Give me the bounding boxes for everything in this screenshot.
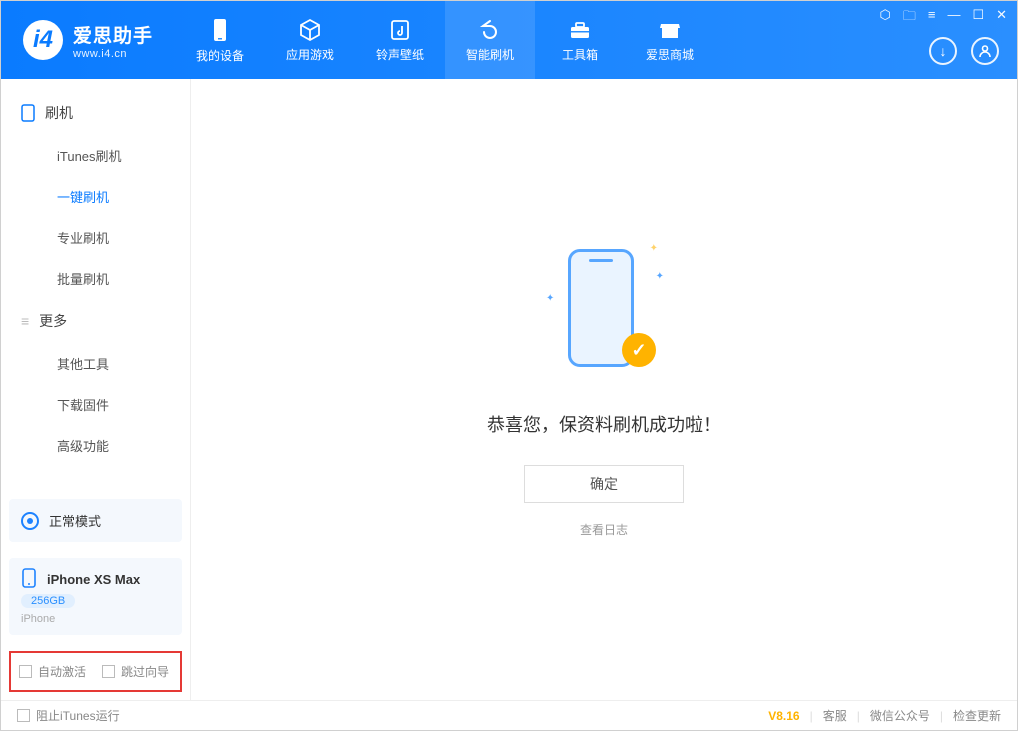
menu-icon[interactable]: ≡ — [928, 7, 936, 29]
close-button[interactable]: ✕ — [996, 7, 1007, 29]
group-title: 刷机 — [45, 103, 73, 123]
sidebar-group-more: ≡ 更多 — [1, 299, 190, 343]
mode-panel: 正常模式 — [9, 499, 182, 542]
store-icon — [658, 18, 682, 42]
tab-ringtones[interactable]: 铃声壁纸 — [355, 1, 445, 79]
mode-label: 正常模式 — [49, 511, 101, 530]
checkbox-label: 阻止iTunes运行 — [36, 707, 120, 724]
tab-label: 爱思商城 — [646, 46, 694, 63]
toolbox-icon — [568, 18, 592, 42]
group-title: 更多 — [39, 311, 67, 331]
checkbox-icon — [19, 665, 32, 678]
music-icon — [388, 18, 412, 42]
checkbox-skip-guide[interactable]: 跳过向导 — [102, 663, 169, 680]
app-header: i4 爱思助手 www.i4.cn 我的设备 应用游戏 铃声壁纸 — [1, 1, 1017, 79]
checkbox-icon — [17, 709, 30, 722]
brand-url: www.i4.cn — [73, 48, 153, 60]
sidebar-item-oneclick-flash[interactable]: 一键刷机 — [1, 176, 190, 217]
footer-wechat-link[interactable]: 微信公众号 — [870, 707, 930, 724]
tab-label: 工具箱 — [562, 46, 598, 63]
footer-update-link[interactable]: 检查更新 — [953, 707, 1001, 724]
checkbox-label: 自动激活 — [38, 663, 86, 680]
device-type: iPhone — [21, 613, 170, 625]
tab-toolbox[interactable]: 工具箱 — [535, 1, 625, 79]
user-button[interactable] — [971, 37, 999, 65]
sidebar-item-download-firmware[interactable]: 下载固件 — [1, 384, 190, 425]
download-button[interactable]: ↓ — [929, 37, 957, 65]
tab-label: 我的设备 — [196, 47, 244, 64]
logo-text: 爱思助手 www.i4.cn — [73, 21, 153, 60]
tab-smart-flash[interactable]: 智能刷机 — [445, 1, 535, 79]
sidebar-item-batch-flash[interactable]: 批量刷机 — [1, 258, 190, 299]
sparkle-icon: ✦ — [546, 293, 554, 304]
tab-label: 应用游戏 — [286, 46, 334, 63]
tab-my-device[interactable]: 我的设备 — [175, 1, 265, 79]
view-log-link[interactable]: 查看日志 — [580, 521, 628, 538]
maximize-button[interactable]: ☐ — [972, 7, 984, 29]
tab-apps-games[interactable]: 应用游戏 — [265, 1, 355, 79]
tab-store[interactable]: 爱思商城 — [625, 1, 715, 79]
device-phone-icon — [21, 568, 37, 588]
checkbox-block-itunes[interactable]: 阻止iTunes运行 — [17, 707, 120, 724]
app-body: 刷机 iTunes刷机 一键刷机 专业刷机 批量刷机 ≡ 更多 其他工具 下载固… — [1, 79, 1017, 700]
phone-icon — [21, 104, 35, 122]
brand-name: 爱思助手 — [73, 21, 153, 48]
checkbox-auto-activate[interactable]: 自动激活 — [19, 663, 86, 680]
sparkle-icon: ✦ — [650, 243, 658, 254]
shirt-icon[interactable]: ⬡ — [879, 7, 890, 29]
lock-icon[interactable]: 🗀 — [903, 7, 916, 29]
sidebar: 刷机 iTunes刷机 一键刷机 专业刷机 批量刷机 ≡ 更多 其他工具 下载固… — [1, 79, 191, 700]
mode-dot-icon — [21, 512, 39, 530]
menu-lines-icon: ≡ — [21, 313, 29, 329]
status-bar: 阻止iTunes运行 V8.16 | 客服 | 微信公众号 | 检查更新 — [1, 700, 1017, 730]
refresh-icon — [478, 18, 502, 42]
sidebar-item-advanced[interactable]: 高级功能 — [1, 425, 190, 466]
window-controls: ⬡ 🗀 ≡ ― ☐ ✕ — [879, 7, 1007, 29]
device-icon — [209, 17, 231, 43]
tab-label: 铃声壁纸 — [376, 46, 424, 63]
sidebar-item-pro-flash[interactable]: 专业刷机 — [1, 217, 190, 258]
checkbox-icon — [102, 665, 115, 678]
success-illustration: ✦ ✦ ✦ ✓ — [544, 241, 664, 381]
sidebar-group-flash: 刷机 — [1, 91, 190, 135]
sidebar-item-itunes-flash[interactable]: iTunes刷机 — [1, 135, 190, 176]
checkbox-label: 跳过向导 — [121, 663, 169, 680]
device-panel[interactable]: iPhone XS Max 256GB iPhone — [9, 558, 182, 635]
check-badge-icon: ✓ — [622, 333, 656, 367]
logo-area: i4 爱思助手 www.i4.cn — [1, 1, 175, 79]
footer-support-link[interactable]: 客服 — [823, 707, 847, 724]
auto-options-highlight: 自动激活 跳过向导 — [9, 651, 182, 692]
success-message: 恭喜您，保资料刷机成功啦！ — [487, 411, 721, 437]
ok-button[interactable]: 确定 — [524, 465, 684, 503]
device-name: iPhone XS Max — [47, 572, 140, 587]
main-tabs: 我的设备 应用游戏 铃声壁纸 智能刷机 工具箱 — [175, 1, 715, 79]
minimize-button[interactable]: ― — [947, 7, 960, 29]
main-content: ✦ ✦ ✦ ✓ 恭喜您，保资料刷机成功啦！ 确定 查看日志 — [191, 79, 1017, 700]
device-capacity: 256GB — [21, 594, 75, 608]
tab-label: 智能刷机 — [466, 46, 514, 63]
header-right: ↓ — [929, 37, 999, 65]
logo-icon: i4 — [23, 20, 63, 60]
sparkle-icon: ✦ — [656, 271, 664, 282]
version-label: V8.16 — [768, 709, 799, 723]
cube-icon — [298, 18, 322, 42]
sidebar-item-other-tools[interactable]: 其他工具 — [1, 343, 190, 384]
